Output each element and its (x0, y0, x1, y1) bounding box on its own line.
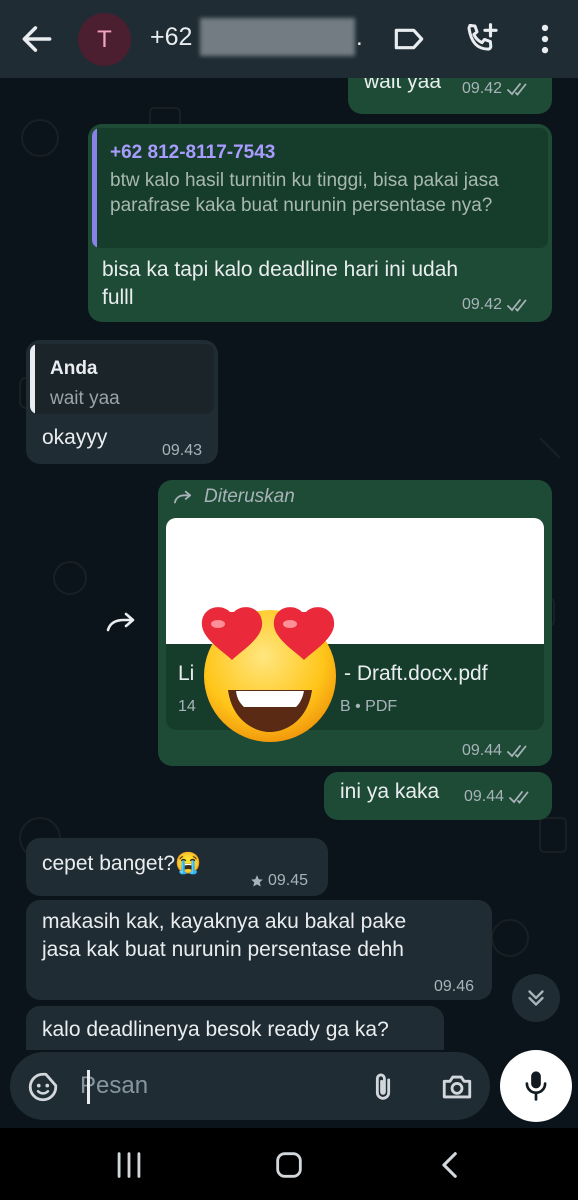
contact-name[interactable]: +62 (150, 23, 192, 52)
chat-area[interactable]: wait yaa 09.42 +62 812-8117-7543 btw kal… (0, 78, 578, 1050)
message-bubble-incoming[interactable]: kalo deadlinenya besok ready ga ka? (26, 1006, 444, 1050)
message-text-line: makasih kak, kayaknya aku bakal pake (42, 910, 407, 933)
home-icon[interactable] (272, 1148, 306, 1182)
avatar[interactable]: T (78, 13, 131, 66)
chat-header: T +62 . (0, 0, 578, 78)
paperclip-icon[interactable] (366, 1070, 400, 1104)
quote-text: btw kalo hasil turnitin ku tinggi, bisa … (110, 170, 499, 216)
message-text: ini ya kaka (340, 780, 440, 803)
recent-apps-icon[interactable] (112, 1148, 146, 1182)
double-check-icon (507, 299, 527, 312)
arrow-left-icon[interactable] (18, 20, 56, 58)
add-call-icon[interactable] (462, 20, 500, 58)
system-navigation-bar (0, 1128, 578, 1200)
message-bubble-outgoing[interactable]: ini ya kaka 09.44 (324, 772, 552, 820)
quoted-message[interactable]: Anda wait yaa (30, 344, 214, 414)
message-bubble-outgoing[interactable]: +62 812-8117-7543 btw kalo hasil turniti… (88, 124, 552, 322)
forward-icon[interactable] (104, 610, 138, 638)
back-nav-icon[interactable] (434, 1148, 468, 1182)
quoted-message[interactable]: +62 812-8117-7543 btw kalo hasil turniti… (92, 128, 548, 248)
message-meta: 09.42 (462, 80, 532, 98)
document-name-end: - Draft.docx.pdf (344, 662, 488, 685)
heart-eyes-emoji-icon (201, 607, 336, 742)
message-time: 09.44 (462, 742, 503, 759)
message-time: 09.43 (162, 442, 203, 459)
message-text-line: jasa kak buat nurunin persentase dehh (42, 938, 404, 961)
double-check-icon (507, 83, 527, 96)
message-input[interactable] (80, 1066, 350, 1106)
quote-author: +62 812-8117-7543 (110, 142, 276, 163)
redacted-number (200, 18, 355, 56)
camera-icon[interactable] (440, 1070, 474, 1104)
forwarded-icon (173, 490, 192, 504)
message-composer[interactable] (10, 1052, 490, 1120)
message-bubble-incoming[interactable]: makasih kak, kayaknya aku bakal pake jas… (26, 900, 492, 1000)
message-time: 09.42 (462, 80, 503, 97)
contact-name-suffix: . (356, 24, 363, 51)
message-bubble-outgoing[interactable]: wait yaa 09.42 (348, 78, 552, 114)
double-check-icon (509, 791, 529, 804)
quote-author: Anda (50, 358, 98, 379)
star-icon (251, 875, 263, 887)
message-text: okayyy (42, 426, 108, 449)
message-text-line: fulll (102, 286, 134, 309)
message-meta: 09.44 (464, 788, 534, 806)
text-caret (87, 1070, 90, 1104)
message-bubble-incoming[interactable]: cepet banget?😭 09.45 (26, 838, 328, 896)
message-time: 09.42 (462, 296, 503, 313)
message-text: kalo deadlinenya besok ready ga ka? (42, 1018, 389, 1041)
message-bubble-incoming[interactable]: Anda wait yaa okayyy 09.43 (26, 340, 218, 464)
message-meta: 09.42 (462, 296, 532, 314)
quote-text: wait yaa (50, 388, 120, 409)
label-tag-icon[interactable] (390, 20, 428, 58)
message-time: 09.46 (434, 978, 475, 995)
message-meta: 09.44 (462, 742, 532, 760)
quote-bar (92, 128, 97, 248)
double-check-icon (507, 745, 527, 758)
message-text-line: bisa ka tapi kalo deadline hari ini udah (102, 258, 459, 281)
voice-record-button[interactable] (500, 1050, 572, 1122)
message-text: cepet banget?😭 (42, 852, 202, 875)
more-vert-icon[interactable] (526, 20, 564, 58)
message-meta: 09.45 (250, 872, 308, 890)
message-text: wait yaa (364, 78, 442, 93)
message-time: 09.45 (268, 872, 309, 889)
sticker-icon[interactable] (26, 1070, 60, 1104)
forwarded-label: Diteruskan (204, 486, 295, 507)
mic-icon (525, 1071, 547, 1101)
quote-bar (30, 344, 35, 414)
message-time: 09.44 (464, 788, 505, 805)
scroll-to-bottom-button[interactable] (512, 974, 560, 1022)
double-chevron-down-icon (528, 990, 544, 1006)
avatar-letter: T (97, 25, 112, 53)
